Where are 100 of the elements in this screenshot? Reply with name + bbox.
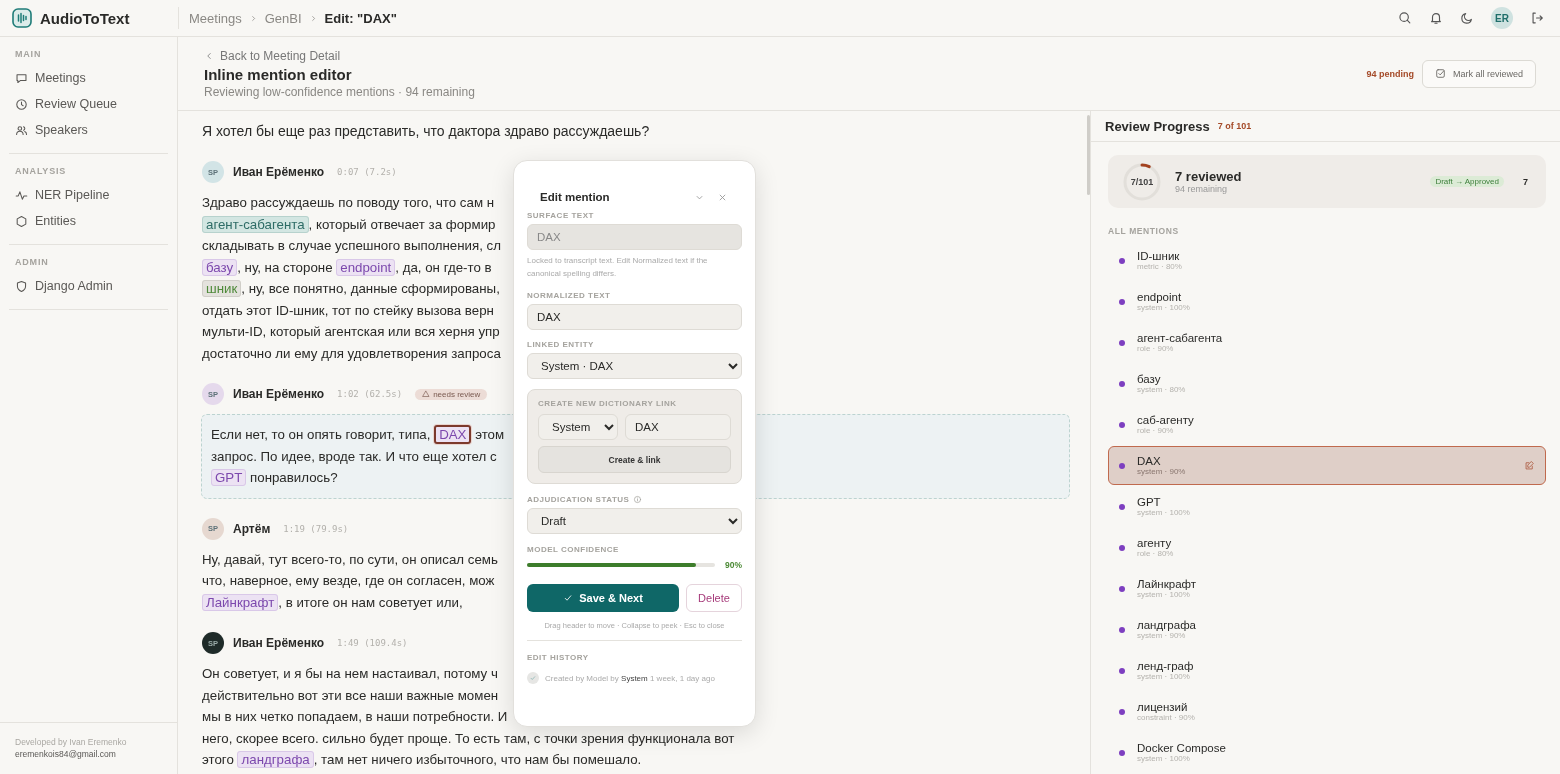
mention-name: endpoint bbox=[1137, 291, 1183, 303]
mention-name: лицензий bbox=[1137, 701, 1189, 713]
field-label: SURFACE TEXT bbox=[527, 211, 595, 220]
sidebar-item-label[interactable]: Meetings bbox=[35, 71, 86, 85]
create-link-button[interactable]: Create & link bbox=[538, 446, 731, 473]
status-dot bbox=[1119, 749, 1125, 756]
type-select[interactable]: System bbox=[538, 414, 618, 440]
page-subtitle: Reviewing low-confidence mentions · 94 remaining bbox=[204, 84, 475, 99]
chat-bubble-icon bbox=[15, 71, 28, 85]
transcript-line: шник , ну, все понятно, данные сформированы, bbox=[202, 278, 500, 300]
progress-fraction: 7/101 bbox=[1130, 176, 1154, 187]
mention-name: саб-агенту bbox=[1137, 414, 1194, 426]
transcript-line: базу , ну, на стороне endpoint , да, он где-то в bbox=[202, 256, 492, 278]
status-dot bbox=[1119, 380, 1125, 387]
entity-mention[interactable]: базу bbox=[202, 258, 238, 276]
entity-mention[interactable]: Лайнкрафт bbox=[202, 593, 279, 611]
normalized-text-field[interactable]: DAX bbox=[527, 304, 742, 330]
transcript-line: агент-сабагента , который отвечает за формир bbox=[202, 213, 496, 235]
sidebar-item[interactable]: Django Admin bbox=[9, 273, 168, 299]
transcript-line: Он советует, и я бы на нем настаивал, потому ч bbox=[202, 665, 498, 683]
help-text: Locked to transcript text. Edit Normalized text if the canonical spelling differs. bbox=[527, 255, 709, 280]
transcript-line: Здраво рассуждаешь по поводу того, что сам н bbox=[202, 194, 495, 212]
entity-mention[interactable]: DAX bbox=[434, 425, 472, 444]
timestamp: 1:19 (79.9s) bbox=[283, 523, 349, 534]
transcript-line: GPT понравилось? bbox=[211, 467, 338, 489]
sidebar-item-label[interactable]: NER Pipeline bbox=[35, 188, 110, 202]
check-icon bbox=[563, 593, 574, 603]
sidebar-item[interactable]: Meetings bbox=[9, 65, 168, 91]
mention-name: ленд-граф bbox=[1137, 660, 1194, 672]
mark-all-reviewed-button[interactable]: Mark all reviewed bbox=[1421, 59, 1536, 88]
transcript-line: мульти-ID, который агентская или вся херня упр bbox=[202, 323, 500, 341]
search-button[interactable] bbox=[1398, 11, 1412, 25]
logout-icon bbox=[1530, 11, 1544, 25]
reviewed-count: 7 reviewed bbox=[1175, 169, 1242, 184]
sidebar-item[interactable]: Review Queue bbox=[9, 91, 168, 117]
status-dot bbox=[1119, 462, 1125, 469]
transcript-line: отдать этот ID-шник, тот по стейку вызова верн bbox=[202, 301, 494, 320]
mention-name: базу bbox=[1137, 373, 1162, 385]
logo-icon bbox=[12, 8, 32, 28]
bell-icon bbox=[1429, 11, 1443, 25]
speaker-name: Иван Ерёменко bbox=[233, 165, 325, 179]
entity-mention[interactable]: GPT bbox=[211, 469, 247, 486]
sidebar-item-label[interactable]: Entities bbox=[35, 214, 76, 228]
mention-name: агент-сабагента bbox=[1137, 332, 1223, 344]
progress-ring bbox=[1122, 161, 1162, 202]
transcript-line: него, скорее всего. сильно будет проще. То есть там, с точки зрения функционала вот bbox=[202, 729, 735, 748]
mention-name: ландграфа bbox=[1137, 619, 1196, 631]
confidence-reading: 90% bbox=[725, 560, 742, 570]
sidebar-item[interactable]: NER Pipeline bbox=[9, 182, 168, 208]
transcript-line: действительно вот эти все наши важные момен bbox=[202, 686, 499, 705]
notifications-button[interactable] bbox=[1429, 11, 1443, 25]
speaker-name: Иван Ерёменко bbox=[233, 636, 325, 650]
pending-count: 94 pending bbox=[1366, 68, 1414, 79]
app-name: AudioToText bbox=[40, 9, 130, 27]
theme-button[interactable] bbox=[1460, 11, 1474, 25]
field-label: NORMALIZED TEXT bbox=[527, 291, 612, 300]
timestamp: 0:07 (7.2s) bbox=[337, 167, 397, 177]
entity-mention[interactable]: ландграфа bbox=[237, 751, 314, 768]
entity-mention[interactable]: endpoint bbox=[336, 258, 396, 276]
breadcrumb-item: Edit: "DAX" bbox=[324, 10, 397, 26]
delete-button[interactable]: Delete bbox=[686, 584, 742, 612]
field-label: MODEL CONFIDENCE bbox=[527, 545, 620, 554]
section-heading: EDIT HISTORY bbox=[527, 653, 590, 662]
scrollbar[interactable] bbox=[1087, 115, 1090, 195]
developer-email: eremenkois84@gmail.com bbox=[15, 748, 117, 760]
sidebar-item-label[interactable]: Django Admin bbox=[35, 279, 113, 293]
remaining-count: 94 remaining bbox=[1175, 184, 1229, 194]
mention-meta: system · 90% bbox=[1137, 467, 1186, 476]
sidebar-item-label[interactable]: Review Queue bbox=[35, 97, 117, 111]
transcript-line: Ну, давай, тут всего-то, по сути, он описал семь bbox=[202, 550, 498, 569]
status-dot bbox=[1119, 421, 1125, 428]
sidebar-item-label[interactable]: Speakers bbox=[35, 123, 88, 137]
transcript-line: складывать в случае успешного выполнения, сл bbox=[202, 237, 502, 255]
entity-mention[interactable]: агент-сабагента bbox=[202, 215, 309, 233]
status-select[interactable]: Draft bbox=[527, 508, 742, 534]
field-label: ADJUDICATION STATUS bbox=[527, 495, 742, 504]
mention-name: Лайнкрафт bbox=[1137, 578, 1197, 590]
pulse-icon bbox=[15, 188, 28, 202]
transcript-line: достаточно ли ему для удовлетворения запроса bbox=[202, 344, 501, 363]
sidebar-item[interactable]: Speakers bbox=[9, 117, 168, 143]
timestamp: 1:02 (62.5s) bbox=[337, 389, 403, 399]
entity-name-field[interactable]: DAX bbox=[625, 414, 731, 440]
info-icon bbox=[633, 495, 643, 504]
checkbox-icon bbox=[1434, 68, 1446, 79]
transcript-line: этого ландграфа , там нет ничего избыточного, что нам бы помешало. bbox=[202, 750, 642, 770]
status-dot bbox=[1119, 585, 1125, 592]
people-icon bbox=[15, 123, 28, 137]
back-link[interactable]: Back to Meeting Detail bbox=[204, 48, 341, 63]
mention-item[interactable]: DAX system · 90% bbox=[1108, 446, 1546, 485]
mention-name: GPT bbox=[1137, 496, 1162, 508]
transcript-line: запрос. По идее, вроде так. И что еще хотел с bbox=[211, 447, 497, 466]
linked-entity-select[interactable]: System · DAX bbox=[527, 353, 742, 379]
section-heading: ADMIN bbox=[14, 256, 50, 269]
section-heading: ANALYSIS bbox=[14, 165, 68, 178]
logout-button[interactable] bbox=[1530, 11, 1544, 25]
chevron-left-icon bbox=[204, 50, 214, 61]
mention-name: ID-шник bbox=[1137, 250, 1181, 262]
sidebar-item[interactable]: Entities bbox=[9, 208, 168, 234]
user-avatar[interactable]: ER bbox=[1491, 7, 1513, 29]
save-next-button[interactable]: Save & Next bbox=[527, 584, 679, 612]
